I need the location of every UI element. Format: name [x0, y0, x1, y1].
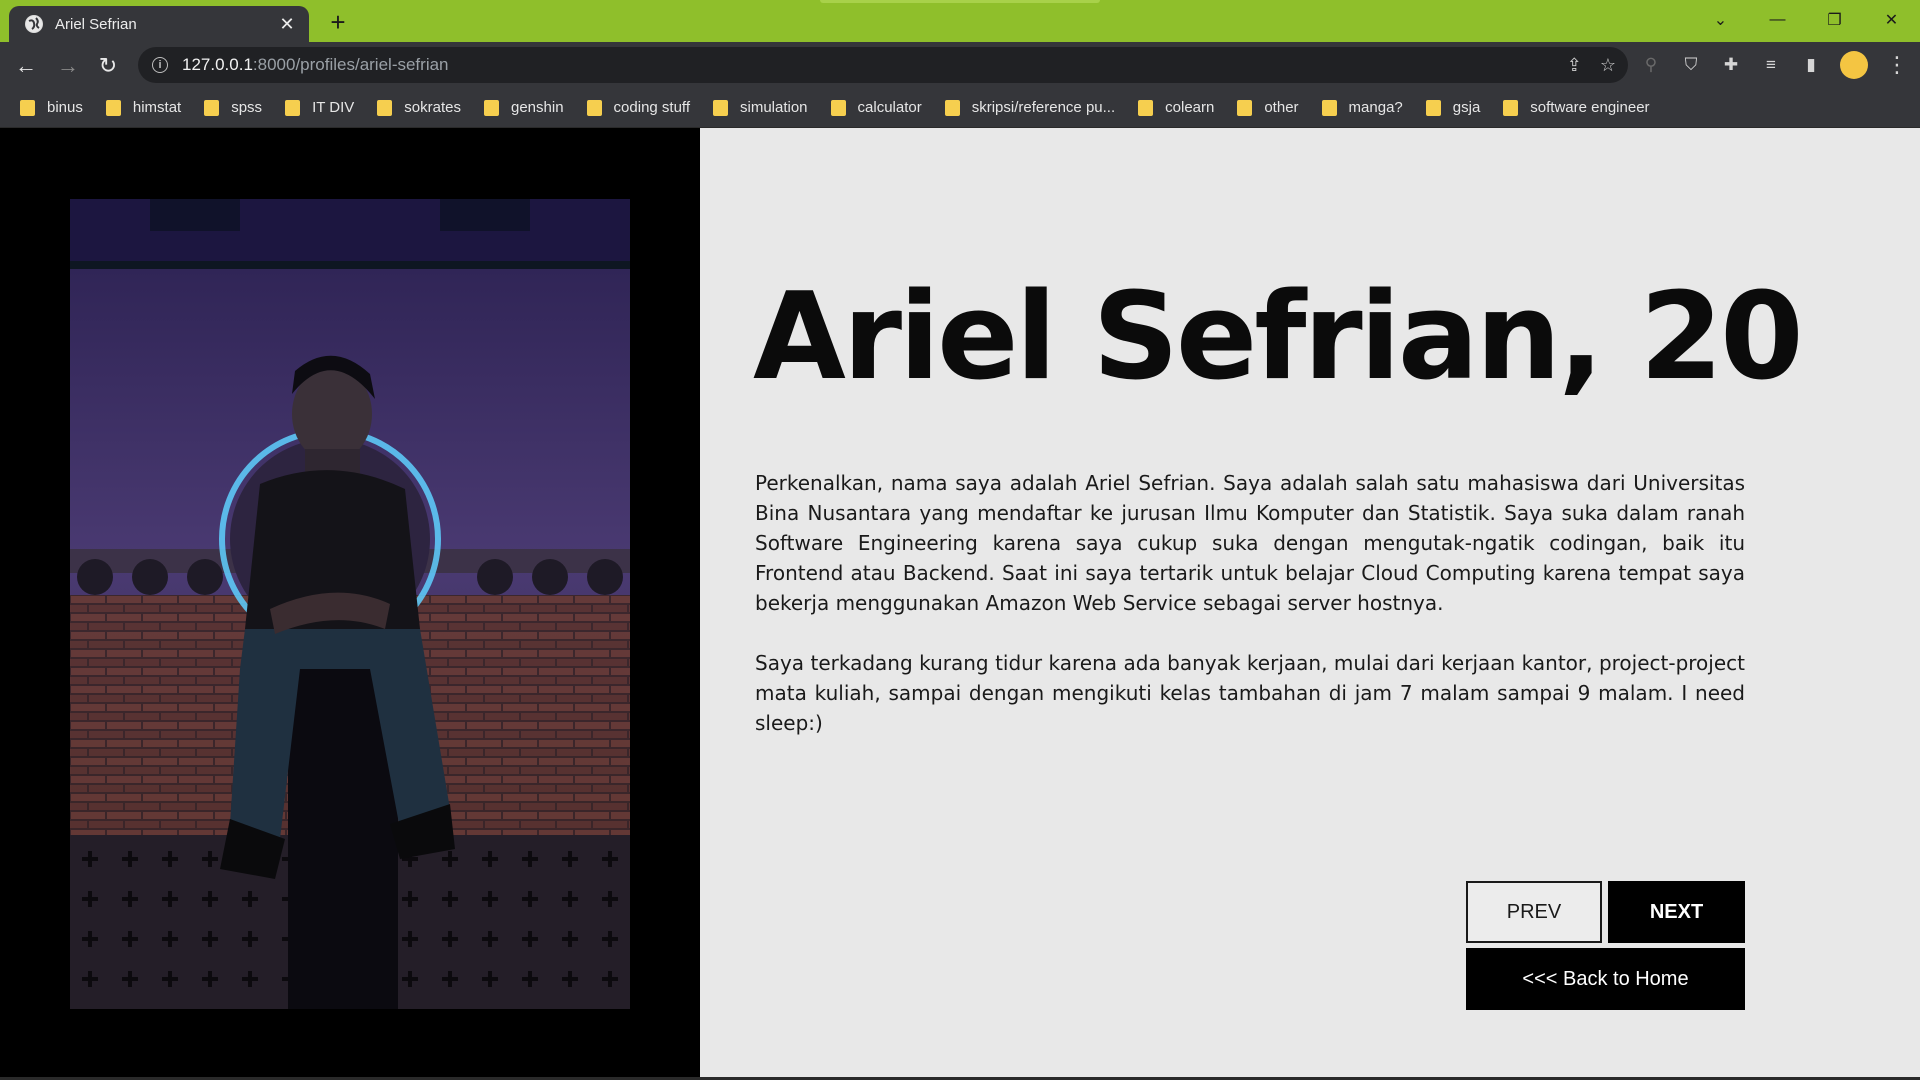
bookmark-item[interactable]: skripsi/reference pu...	[944, 99, 1116, 116]
side-panel-icon[interactable]: ▮	[1800, 54, 1822, 76]
profile-photo	[70, 199, 630, 1009]
browser-toolbar: ← → ↻ i 127.0.0.1:8000/profiles/ariel-se…	[0, 42, 1920, 88]
folder-icon	[830, 99, 846, 116]
reload-icon[interactable]: ↻	[92, 50, 124, 82]
bookmark-item[interactable]: colearn	[1138, 99, 1214, 116]
bookmark-item[interactable]: gsja	[1425, 99, 1481, 116]
share-icon[interactable]: ⇪	[1567, 55, 1582, 76]
next-button[interactable]: NEXT	[1608, 881, 1745, 943]
minimize-icon[interactable]: —	[1749, 0, 1806, 40]
tab-strip: Ariel Sefrian ✕ + ⌄ — ❐ ✕	[0, 0, 1920, 42]
bookmark-item[interactable]: binus	[20, 99, 83, 116]
forward-icon[interactable]: →	[52, 50, 84, 82]
new-tab-button[interactable]: +	[324, 9, 352, 37]
bookmark-label: gsja	[1452, 99, 1481, 116]
bookmark-star-icon[interactable]: ☆	[1600, 55, 1616, 76]
bookmark-label: skripsi/reference pu...	[971, 99, 1116, 116]
bookmark-item[interactable]: other	[1237, 99, 1299, 116]
bio: Perkenalkan, nama saya adalah Ariel Sefr…	[755, 468, 1745, 738]
back-icon[interactable]: ←	[10, 50, 42, 82]
folder-icon	[1138, 99, 1154, 116]
url-host: 127.0.0.1	[182, 55, 253, 74]
profile-details: Ariel Sefrian, 20 Perkenalkan, nama saya…	[700, 128, 1920, 1080]
bookmark-label: calculator	[857, 99, 922, 116]
bookmark-item[interactable]: calculator	[830, 99, 922, 116]
media-queue-icon[interactable]: ≡	[1760, 54, 1782, 76]
folder-icon	[1237, 99, 1253, 116]
shield-icon[interactable]: ⛉	[1680, 54, 1702, 76]
bookmarks-bar: binus himstat spss IT DIV sokrates genshin cod…	[0, 88, 1920, 128]
bookmark-item[interactable]: spss	[204, 99, 262, 116]
folder-icon	[484, 99, 499, 116]
back-to-home-button[interactable]: <<< Back to Home	[1466, 948, 1745, 1010]
bookmark-label: coding stuff	[613, 99, 690, 116]
folder-icon	[377, 99, 393, 116]
prev-button[interactable]: PREV	[1466, 881, 1602, 943]
bookmark-label: IT DIV	[312, 99, 355, 116]
address-bar[interactable]: i 127.0.0.1:8000/profiles/ariel-sefrian …	[138, 47, 1628, 83]
bookmark-item[interactable]: manga?	[1321, 99, 1403, 116]
bookmark-label: genshin	[511, 99, 564, 116]
omnibox-actions: ⇪ ☆	[1567, 47, 1616, 83]
bookmark-label: himstat	[132, 99, 182, 116]
url-path: :8000/profiles/ariel-sefrian	[252, 55, 449, 74]
bookmark-item[interactable]: genshin	[484, 99, 564, 116]
window-controls: ⌄ — ❐ ✕	[1692, 0, 1920, 40]
profile-page: Ariel Sefrian, 20 Perkenalkan, nama saya…	[0, 128, 1920, 1080]
bookmark-label: manga?	[1348, 99, 1403, 116]
tab-search-icon[interactable]: ⌄	[1692, 0, 1749, 40]
folder-icon	[204, 99, 220, 116]
bookmark-label: sokrates	[404, 99, 461, 116]
bookmark-label: binus	[47, 99, 83, 116]
kebab-menu-icon[interactable]: ⋮	[1886, 52, 1908, 77]
folder-icon	[1503, 99, 1519, 116]
bio-paragraph-1: Perkenalkan, nama saya adalah Ariel Sefr…	[755, 471, 1745, 615]
folder-icon	[1321, 99, 1337, 116]
restore-icon[interactable]: ❐	[1806, 0, 1863, 40]
folder-icon	[713, 99, 728, 116]
bookmark-item[interactable]: sokrates	[377, 99, 461, 116]
folder-icon	[20, 99, 35, 116]
bookmark-label: colearn	[1165, 99, 1215, 116]
bookmark-item[interactable]: IT DIV	[285, 99, 354, 116]
key-icon[interactable]: ⚲	[1640, 54, 1662, 76]
page-title: Ariel Sefrian, 20	[753, 268, 1804, 407]
bookmark-label: software engineer	[1530, 99, 1650, 116]
avatar[interactable]	[1840, 51, 1868, 79]
tab-active[interactable]: Ariel Sefrian ✕	[9, 6, 309, 42]
bookmark-item[interactable]: coding stuff	[586, 99, 690, 116]
bio-paragraph-2: Saya terkadang kurang tidur karena ada b…	[755, 651, 1745, 735]
bookmark-item[interactable]: software engineer	[1503, 99, 1650, 116]
folder-icon	[586, 99, 602, 116]
folder-icon	[944, 99, 960, 116]
bookmark-label: spss	[231, 99, 263, 116]
bookmark-item[interactable]: himstat	[105, 99, 182, 116]
globe-icon	[25, 15, 43, 33]
photo-panel	[0, 128, 700, 1080]
bookmark-label: simulation	[740, 99, 808, 116]
site-info-icon[interactable]: i	[152, 57, 168, 73]
bookmark-item[interactable]: simulation	[713, 99, 808, 116]
folder-icon	[105, 99, 121, 116]
bookmark-label: other	[1264, 99, 1299, 116]
folder-icon	[1425, 99, 1441, 116]
tab-title: Ariel Sefrian	[55, 15, 137, 33]
folder-icon	[285, 99, 301, 116]
extensions-area: ⚲ ⛉ ✚ ≡ ▮ ⋮	[1640, 42, 1908, 88]
puzzle-icon[interactable]: ✚	[1720, 54, 1742, 76]
tab-group-indicator	[820, 0, 1100, 3]
close-window-icon[interactable]: ✕	[1863, 0, 1920, 40]
tab-close-icon[interactable]: ✕	[277, 14, 297, 35]
